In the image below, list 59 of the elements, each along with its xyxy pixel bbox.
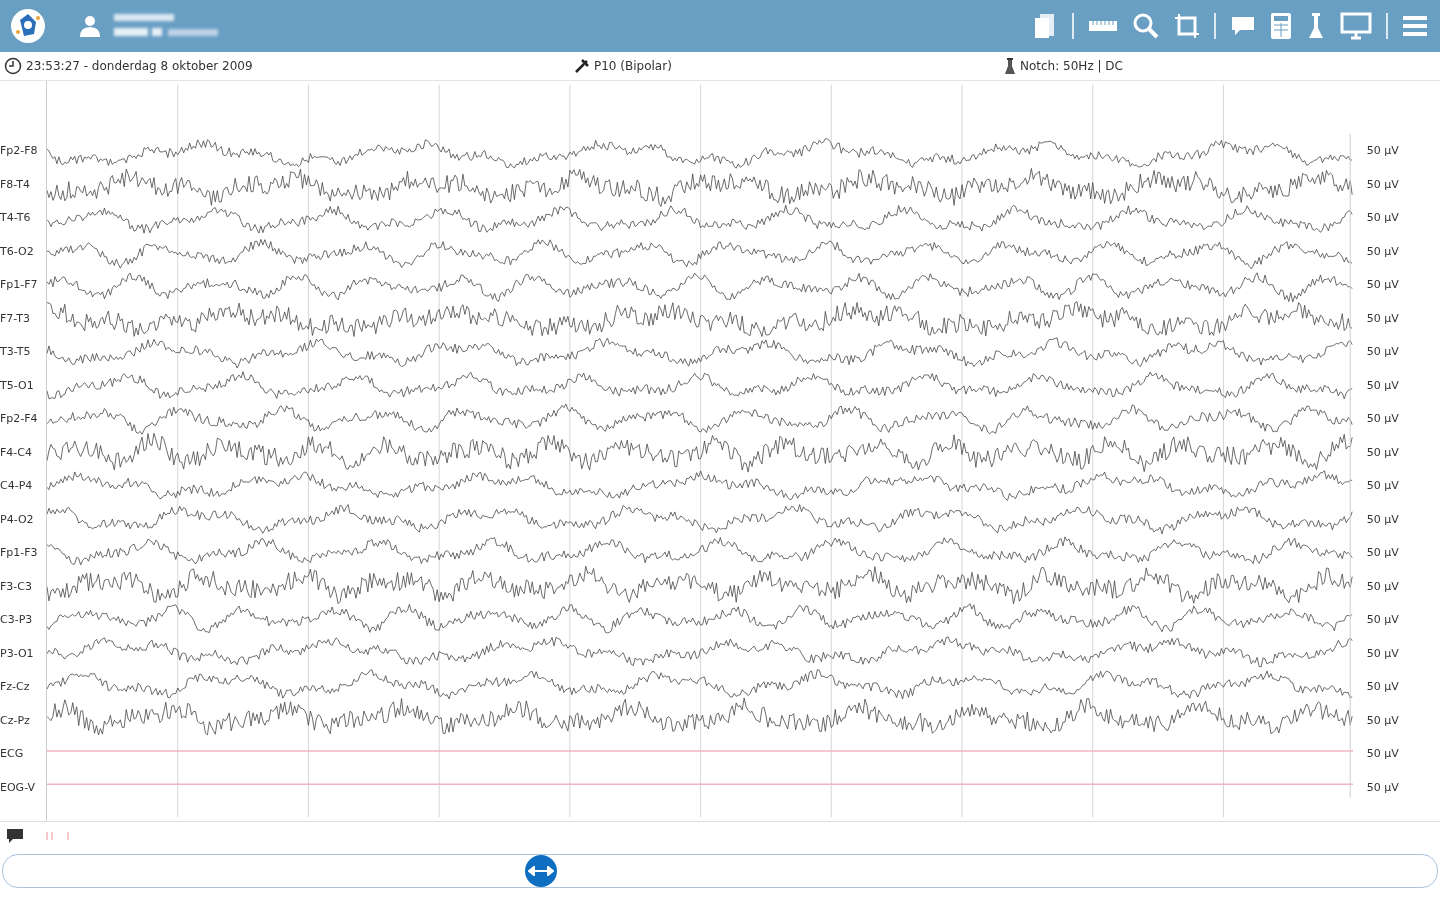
montage-label: P10 (Bipolar) [594,59,672,73]
clock-icon [4,57,22,75]
channel-label: C4-P4 [0,478,34,494]
channel-label: C3-P3 [0,612,34,628]
crop-button[interactable] [1174,13,1200,39]
scale-label: 50 µV [1366,645,1400,662]
scale-label: 50 µV [1366,310,1400,327]
scale-label: 50 µV [1366,612,1400,628]
channel-label: F8-T4 [0,176,31,193]
scale-label: 50 µV [1366,746,1400,762]
channel-label: Fp2-F8 [0,143,39,159]
scale-label: 50 µV [1366,712,1400,729]
scale-label: 50 µV [1366,344,1400,360]
logo-icon [10,8,46,44]
scale-label: 50 µV [1366,511,1400,528]
channel-label: P4-O2 [0,511,35,528]
channel-label: F4-C4 [0,444,33,461]
scale-label: 50 µV [1366,545,1400,561]
slider-thumb[interactable] [524,855,557,887]
scale-label: 50 µV [1366,277,1400,293]
filter-icon [1004,57,1016,75]
channel-label: F3-C3 [0,578,33,595]
channel-label: T3-T5 [0,344,32,360]
channel-label: T6-O2 [0,243,35,260]
channel-label: T5-O1 [0,377,35,394]
scale-label: 50 µV [1366,444,1400,461]
calculator-button[interactable] [1270,12,1292,40]
menu-button[interactable] [1402,15,1428,37]
channel-label: Fp1-F7 [0,277,39,293]
channel-label: ECG [0,746,25,762]
electrode-icon [574,58,590,74]
monitor-button[interactable] [1340,12,1372,40]
channel-label: Fz-Cz [0,679,31,695]
scale-label: 50 µV [1366,779,1400,796]
comment-button[interactable] [1230,14,1256,38]
channel-label: T4-T6 [0,210,32,226]
channel-label: Cz-Pz [0,712,31,729]
channel-label: F7-T3 [0,310,31,327]
scale-label: 50 µV [1366,578,1400,595]
scale-label: 50 µV [1366,176,1400,193]
scale-label: 50 µV [1366,377,1400,394]
channel-label: Fp2-F4 [0,411,39,427]
timeline-slider[interactable] [2,854,1438,888]
search-button[interactable] [1132,12,1160,40]
channel-label: P3-O1 [0,645,35,662]
scale-label: 50 µV [1366,243,1400,260]
user-icon [78,14,102,38]
channel-label: Fp1-F3 [0,545,39,561]
scale-label: 50 µV [1366,210,1400,226]
scale-label: 50 µV [1366,679,1400,695]
channel-label: EOG-V [0,779,36,796]
filter-label: Notch: 50Hz | DC [1020,59,1123,73]
ruler-button[interactable] [1088,19,1118,33]
flask-button[interactable] [1306,12,1326,40]
scale-label: 50 µV [1366,143,1400,159]
scale-label: 50 µV [1366,478,1400,494]
recording-time: 23:53:27 - donderdag 8 oktober 2009 [26,59,253,73]
scale-label: 50 µV [1366,411,1400,427]
comment-icon [6,828,24,844]
